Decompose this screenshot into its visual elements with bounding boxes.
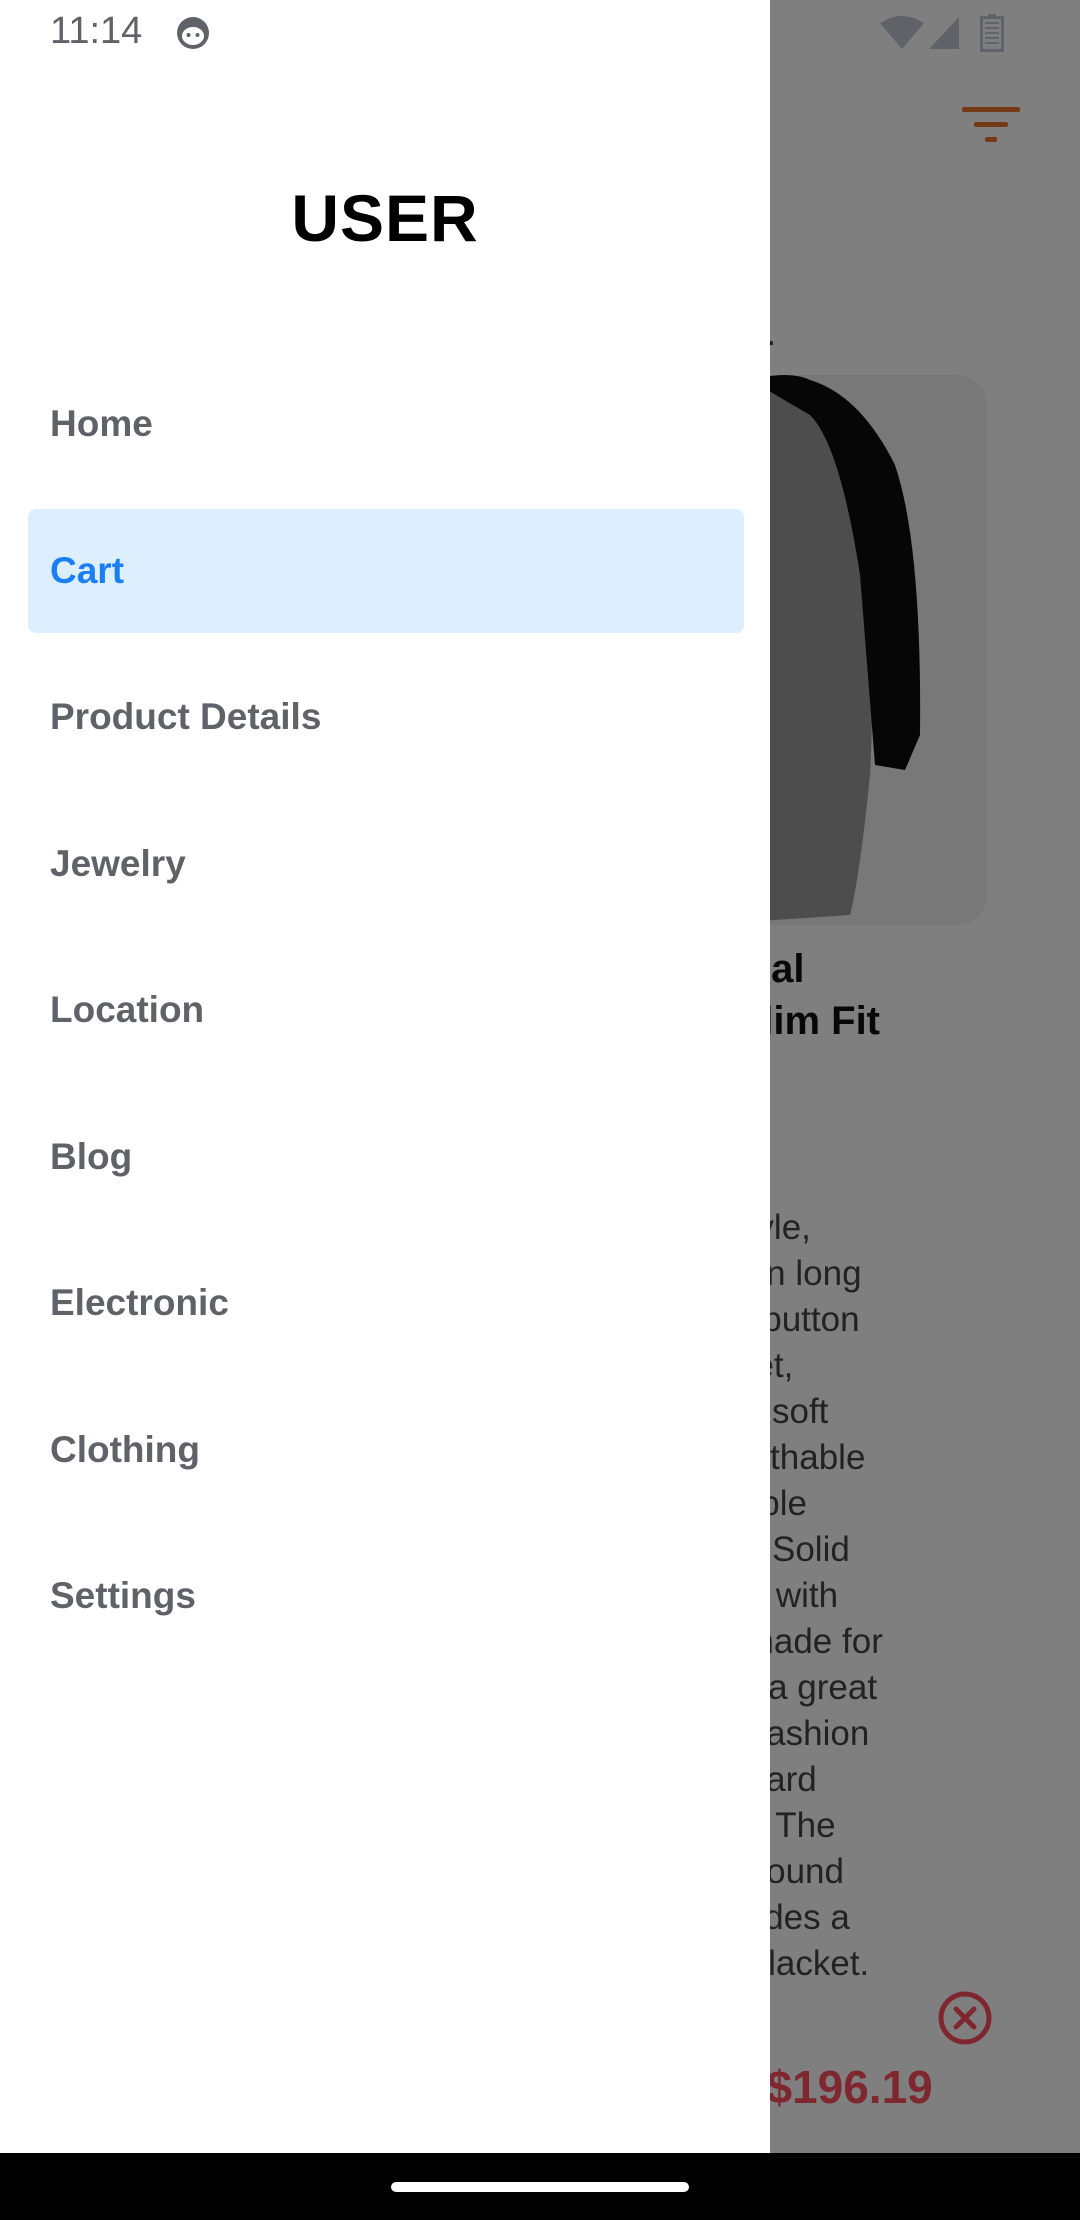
drawer-item-label: Electronic	[50, 1282, 229, 1323]
drawer-item-label: Clothing	[50, 1428, 201, 1470]
drawer-item-blog[interactable]: Blog	[28, 1095, 744, 1219]
signal-icon	[929, 17, 959, 49]
drawer-item-label: Blog	[50, 1135, 133, 1177]
status-bar: 11:14	[0, 0, 1080, 66]
drawer-item-label: Settings	[50, 1575, 196, 1616]
drawer-item-label: Product Details	[50, 696, 322, 737]
drawer-item-electronic[interactable]: Electronic	[28, 1241, 744, 1365]
status-time: 11:14	[50, 10, 143, 52]
drawer-item-settings[interactable]: Settings	[28, 1534, 744, 1658]
drawer-item-label: Jewelry	[50, 842, 186, 884]
face-icon	[177, 17, 209, 49]
drawer-menu: Home Cart Product Details Jewelry Locati…	[28, 362, 744, 1681]
drawer-header-title: USER	[291, 181, 479, 255]
drawer-item-label: Cart	[50, 549, 125, 591]
drawer-item-jewelry[interactable]: Jewelry	[28, 802, 744, 926]
drawer-item-location[interactable]: Location	[28, 948, 744, 1072]
drawer-item-label: Location	[50, 989, 205, 1030]
home-gesture-pill[interactable]	[391, 2182, 689, 2192]
drawer-item-clothing[interactable]: Clothing	[28, 1388, 744, 1512]
drawer-item-cart[interactable]: Cart	[28, 508, 744, 633]
drawer-item-product-details[interactable]: Product Details	[28, 655, 744, 779]
battery-icon	[980, 14, 1004, 52]
navigation-drawer: USER Home Cart Product Details Jewelry L…	[0, 0, 770, 2153]
drawer-item-home[interactable]: Home	[28, 362, 744, 486]
screen: . nsual n Slim Fit g style, aglan long r…	[0, 0, 1080, 2220]
drawer-item-label: Home	[50, 403, 153, 444]
wifi-icon	[880, 16, 924, 49]
